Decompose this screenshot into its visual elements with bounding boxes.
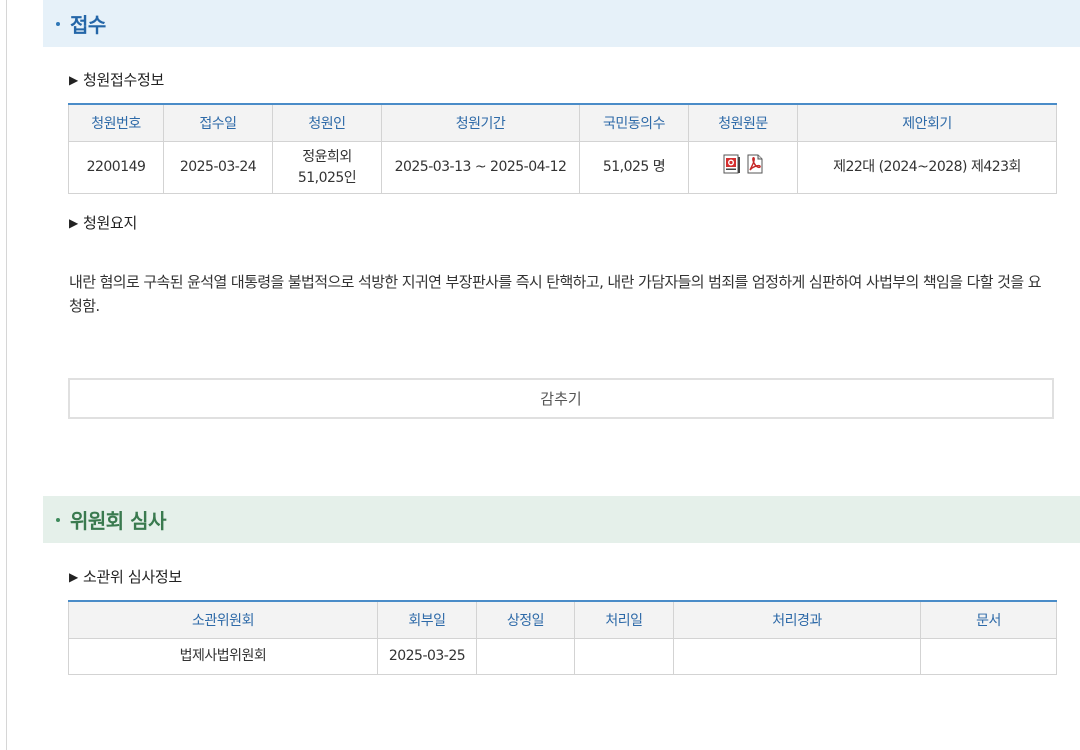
hwp-file-icon[interactable]	[722, 154, 742, 181]
bullet-dot-icon	[56, 21, 60, 26]
left-border-rule	[6, 0, 7, 750]
col-header-referral-date: 회부일	[377, 600, 477, 639]
reception-info-heading-label: 청원접수정보	[82, 71, 164, 89]
committee-info-heading: ▶ 소관위 심사정보	[69, 566, 182, 587]
committee-review-table: 소관위원회 회부일 상정일 처리일 처리경과 문서 법제사법위원회 2025-0…	[68, 600, 1057, 675]
col-header-period: 청원기간	[381, 103, 580, 142]
petitioner-cell: 정윤희외 51,025인	[272, 141, 382, 194]
processed-date-cell	[574, 638, 674, 675]
col-header-document: 문서	[920, 600, 1057, 639]
table-header-row: 소관위원회 회부일 상정일 처리일 처리경과 문서	[68, 600, 1057, 639]
petitioner-name: 정윤희외	[302, 148, 352, 165]
table-row: 2200149 2025-03-24 정윤희외 51,025인 2025-03-…	[68, 141, 1057, 194]
col-header-petition-number: 청원번호	[68, 103, 164, 142]
hide-toggle-button[interactable]: 감추기	[68, 378, 1054, 419]
committee-info-heading-label: 소관위 심사정보	[82, 568, 182, 586]
col-header-agenda-date: 상정일	[476, 600, 575, 639]
col-header-processed-date: 처리일	[574, 600, 674, 639]
pdf-file-icon[interactable]	[745, 154, 765, 181]
col-header-consent-count: 국민동의수	[579, 103, 689, 142]
session-cell: 제22대 (2024~2028) 제423회	[797, 141, 1057, 194]
petition-summary-text: 내란 혐의로 구속된 윤석열 대통령을 불법적으로 석방한 지귀연 부장판사를 …	[69, 273, 1042, 315]
petitioner-count: 51,025인	[297, 169, 357, 186]
triangle-bullet-icon: ▶	[69, 72, 78, 87]
referral-date-cell: 2025-03-25	[377, 638, 477, 675]
reception-date-cell: 2025-03-24	[163, 141, 273, 194]
col-header-result: 처리경과	[673, 600, 921, 639]
document-cell	[920, 638, 1057, 675]
reception-section-title: 접수	[70, 13, 106, 37]
triangle-bullet-icon: ▶	[69, 215, 78, 230]
col-header-original-text: 청원원문	[688, 103, 798, 142]
summary-heading: ▶ 청원요지	[69, 212, 137, 233]
result-cell	[673, 638, 921, 675]
consent-count-cell: 51,025 명	[579, 141, 689, 194]
reception-section-header: 접수	[43, 0, 1080, 47]
original-text-cell	[688, 141, 798, 194]
petition-number-cell: 2200149	[68, 141, 164, 194]
bullet-dot-icon	[56, 517, 60, 522]
reception-info-table: 청원번호 접수일 청원인 청원기간 국민동의수 청원원문 제안회기 220014…	[68, 103, 1057, 194]
committee-section-header: 위원회 심사	[43, 496, 1080, 543]
reception-info-heading: ▶ 청원접수정보	[69, 69, 164, 90]
triangle-bullet-icon: ▶	[69, 569, 78, 584]
col-header-reception-date: 접수일	[163, 103, 273, 142]
committee-cell: 법제사법위원회	[68, 638, 378, 675]
table-row: 법제사법위원회 2025-03-25	[68, 638, 1057, 675]
period-cell: 2025-03-13 ~ 2025-04-12	[381, 141, 580, 194]
col-header-session: 제안회기	[797, 103, 1057, 142]
col-header-committee: 소관위원회	[68, 600, 378, 639]
agenda-date-cell	[476, 638, 575, 675]
summary-heading-label: 청원요지	[82, 214, 137, 232]
table-header-row: 청원번호 접수일 청원인 청원기간 국민동의수 청원원문 제안회기	[68, 103, 1057, 142]
col-header-petitioner: 청원인	[272, 103, 382, 142]
committee-section-title: 위원회 심사	[70, 509, 166, 533]
